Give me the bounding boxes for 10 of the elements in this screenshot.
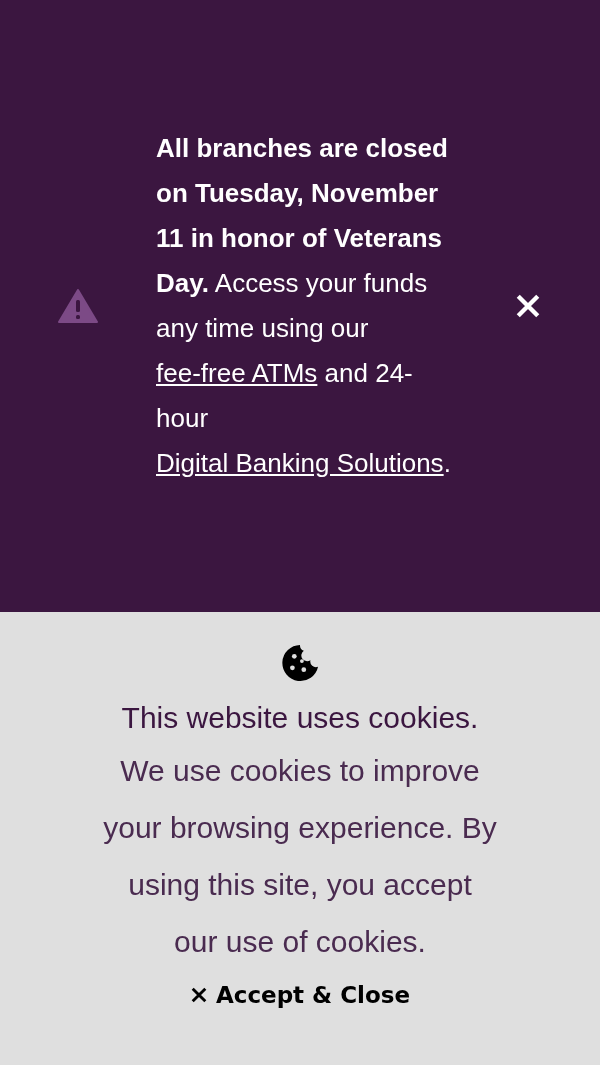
accept-close-button[interactable]: Accept & Close	[185, 978, 415, 1012]
cookie-icon	[281, 644, 319, 682]
close-icon	[189, 986, 208, 1004]
close-button[interactable]	[514, 292, 542, 320]
cookie-title: This website uses cookies.	[121, 700, 479, 736]
warning-icon	[58, 289, 98, 323]
alert-link[interactable]: fee-free ATMs	[156, 358, 318, 388]
alert-link[interactable]: Digital Banking Solutions	[156, 448, 444, 478]
cookie-message: We use cookies to improve your browsing experience. By using this site, you accept our use of cookies.	[102, 753, 498, 960]
alert-message: All branches are closed on Tuesday, November 11 in honor of Veterans Day. Access your funds any time using our fee-free ATMs and 24-hour Digital Banking Solutions.	[156, 132, 448, 480]
